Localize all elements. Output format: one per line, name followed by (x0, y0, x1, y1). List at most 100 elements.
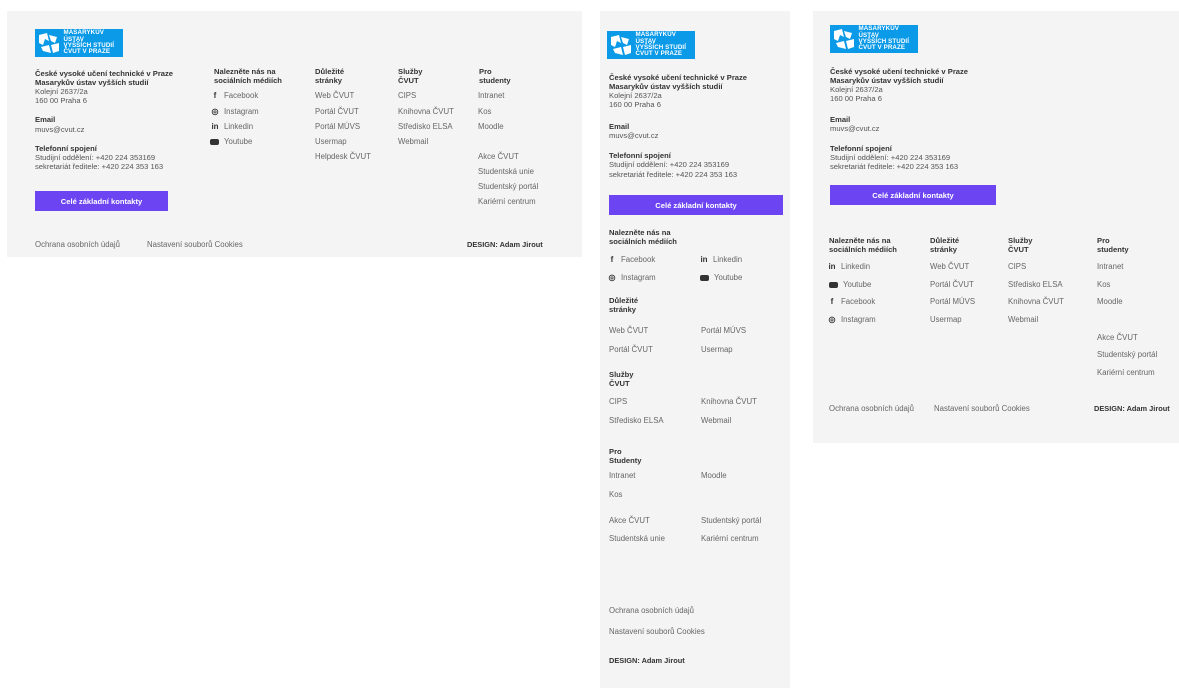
link-career[interactable]: Kariérní centrum (701, 534, 759, 543)
link-cips[interactable]: CIPS (609, 397, 627, 406)
footer-desktop: MASARYKŮV ÚSTAV VYŠŠÍCH STUDIÍ ČVUT V PRAZ… (7, 11, 582, 257)
full-contacts-button[interactable]: Celé základní kontakty (35, 191, 168, 211)
phone-study: Studijní oddělení: +420 224 353169 (609, 160, 730, 169)
design-credit: DESIGN: Adam Jirout (609, 656, 685, 665)
link-moodle[interactable]: Moodle (701, 471, 727, 480)
cookies-link[interactable]: Nastavení souborů Cookies (147, 240, 243, 249)
phone-study: Studijní oddělení: +420 224 353169 (35, 153, 156, 162)
youtube-link[interactable]: Youtube (700, 273, 742, 282)
link-career[interactable]: Kariérní centrum (478, 197, 536, 206)
logo-text: MASARYKŮV ÚSTAV VYŠŠÍCH STUDIÍ ČVUT V PRAZ… (635, 31, 687, 58)
org-name-line2: Masarykův ústav vyšších studií (35, 78, 149, 87)
social-title: Nalezněte nás na sociálních médiích (609, 228, 677, 246)
link-moodle[interactable]: Moodle (478, 122, 504, 131)
link-student-portal[interactable]: Studentský portál (701, 516, 761, 525)
logo-text: MASARYKŮV ÚSTAV VYŠŠÍCH STUDIÍ ČVUT V PRAZ… (858, 25, 910, 52)
link-student-union[interactable]: Studentská unie (609, 534, 665, 543)
link-web-cvut[interactable]: Web ČVUT (315, 91, 354, 100)
facebook-link[interactable]: f Facebook (607, 255, 656, 264)
link-kos[interactable]: Kos (478, 107, 491, 116)
instagram-link[interactable]: ◎ Instagram (827, 315, 876, 324)
privacy-link[interactable]: Ochrana osobních údajů (829, 404, 914, 413)
phone-title: Telefonní spojení (830, 144, 892, 153)
link-cips[interactable]: CIPS (1008, 262, 1026, 271)
email-link[interactable]: muvs@cvut.cz (830, 124, 879, 133)
muvs-logo[interactable]: MASARYKŮV ÚSTAV VYŠŠÍCH STUDIÍ ČVUT V PRAZ… (830, 25, 918, 53)
link-portal-muvs[interactable]: Portál MÚVS (930, 297, 975, 306)
cookies-link[interactable]: Nastavení souborů Cookies (934, 404, 1030, 413)
instagram-icon: ◎ (211, 107, 219, 116)
link-web-cvut[interactable]: Web ČVUT (930, 262, 969, 271)
linkedin-link[interactable]: in Linkedin (699, 255, 742, 264)
facebook-link[interactable]: f Facebook (210, 91, 259, 100)
link-student-portal[interactable]: Studentský portál (478, 182, 538, 191)
link-moodle[interactable]: Moodle (1097, 297, 1123, 306)
link-intranet[interactable]: Intranet (478, 91, 504, 100)
cookies-link[interactable]: Nastavení souborů Cookies (609, 627, 705, 636)
link-portal-muvs[interactable]: Portál MÚVS (315, 122, 360, 131)
link-webmail[interactable]: Webmail (398, 137, 428, 146)
email-link[interactable]: muvs@cvut.cz (609, 131, 658, 140)
privacy-link[interactable]: Ochrana osobních údajů (609, 606, 694, 615)
address-city: 160 00 Praha 6 (830, 94, 882, 103)
students-title: Pro studenty (1097, 236, 1129, 254)
important-title: Důležité stránky (315, 67, 345, 85)
link-usermap[interactable]: Usermap (701, 345, 733, 354)
link-cips[interactable]: CIPS (398, 91, 416, 100)
youtube-link[interactable]: Youtube (210, 137, 252, 146)
phone-director: sekretariát ředitele: +420 224 353 163 (830, 162, 959, 171)
link-elsa[interactable]: Středisko ELSA (1008, 280, 1063, 289)
link-portal-muvs[interactable]: Portál MÚVS (701, 326, 746, 335)
facebook-link[interactable]: f Facebook (827, 297, 876, 306)
instagram-link[interactable]: ◎ Instagram (210, 107, 259, 116)
full-contacts-button[interactable]: Celé základní kontakty (609, 195, 783, 215)
link-intranet[interactable]: Intranet (1097, 262, 1123, 271)
youtube-link[interactable]: Youtube (829, 280, 871, 289)
link-webmail[interactable]: Webmail (1008, 315, 1038, 324)
instagram-icon: ◎ (608, 273, 616, 282)
link-portal-cvut[interactable]: Portál ČVUT (315, 107, 359, 116)
linkedin-icon: in (211, 122, 219, 131)
link-knihovna[interactable]: Knihovna ČVUT (701, 397, 757, 406)
crest-icon (607, 31, 633, 59)
linkedin-link[interactable]: in Linkedin (827, 262, 870, 271)
link-career[interactable]: Kariérní centrum (1097, 368, 1155, 377)
link-student-union[interactable]: Studentská unie (478, 167, 534, 176)
phone-title: Telefonní spojení (609, 151, 671, 160)
link-webmail[interactable]: Webmail (701, 416, 731, 425)
footer-mobile: MASARYKŮV ÚSTAV VYŠŠÍCH STUDIÍ ČVUT V PRAZ… (600, 11, 790, 688)
link-elsa[interactable]: Středisko ELSA (609, 416, 664, 425)
link-intranet[interactable]: Intranet (609, 471, 635, 480)
link-portal-cvut[interactable]: Portál ČVUT (930, 280, 974, 289)
link-akce[interactable]: Akce ČVUT (478, 152, 519, 161)
linkedin-icon: in (828, 262, 836, 271)
link-web-cvut[interactable]: Web ČVUT (609, 326, 648, 335)
link-usermap[interactable]: Usermap (930, 315, 962, 324)
link-knihovna[interactable]: Knihovna ČVUT (1008, 297, 1064, 306)
privacy-link[interactable]: Ochrana osobních údajů (35, 240, 120, 249)
link-kos[interactable]: Kos (609, 490, 622, 499)
address-street: Kolejní 2637/2a (609, 91, 662, 100)
link-student-portal[interactable]: Studentský portál (1097, 350, 1157, 359)
link-elsa[interactable]: Středisko ELSA (398, 122, 453, 131)
link-kos[interactable]: Kos (1097, 280, 1110, 289)
linkedin-icon: in (700, 255, 708, 264)
email-link[interactable]: muvs@cvut.cz (35, 125, 84, 134)
email-title: Email (609, 122, 630, 131)
link-akce[interactable]: Akce ČVUT (609, 516, 650, 525)
link-knihovna[interactable]: Knihovna ČVUT (398, 107, 454, 116)
link-helpdesk[interactable]: Helpdesk ČVUT (315, 152, 371, 161)
instagram-link[interactable]: ◎ Instagram (607, 273, 656, 282)
link-akce[interactable]: Akce ČVUT (1097, 333, 1138, 342)
muvs-logo[interactable]: MASARYKŮV ÚSTAV VYŠŠÍCH STUDIÍ ČVUT V PRAZ… (607, 31, 695, 59)
email-title: Email (35, 115, 56, 124)
full-contacts-button[interactable]: Celé základní kontakty (830, 185, 996, 205)
org-name-line1: České vysoké učení technické v Praze (35, 69, 174, 78)
linkedin-link[interactable]: in Linkedin (210, 122, 253, 131)
social-title: Nalezněte nás na sociálních médiích (214, 67, 282, 85)
link-usermap[interactable]: Usermap (315, 137, 347, 146)
facebook-icon: f (610, 255, 614, 264)
link-portal-cvut[interactable]: Portál ČVUT (609, 345, 653, 354)
muvs-logo[interactable]: MASARYKŮV ÚSTAV VYŠŠÍCH STUDIÍ ČVUT V PRAZ… (35, 29, 123, 57)
org-name-line1: České vysoké učení technické v Praze (609, 73, 748, 82)
